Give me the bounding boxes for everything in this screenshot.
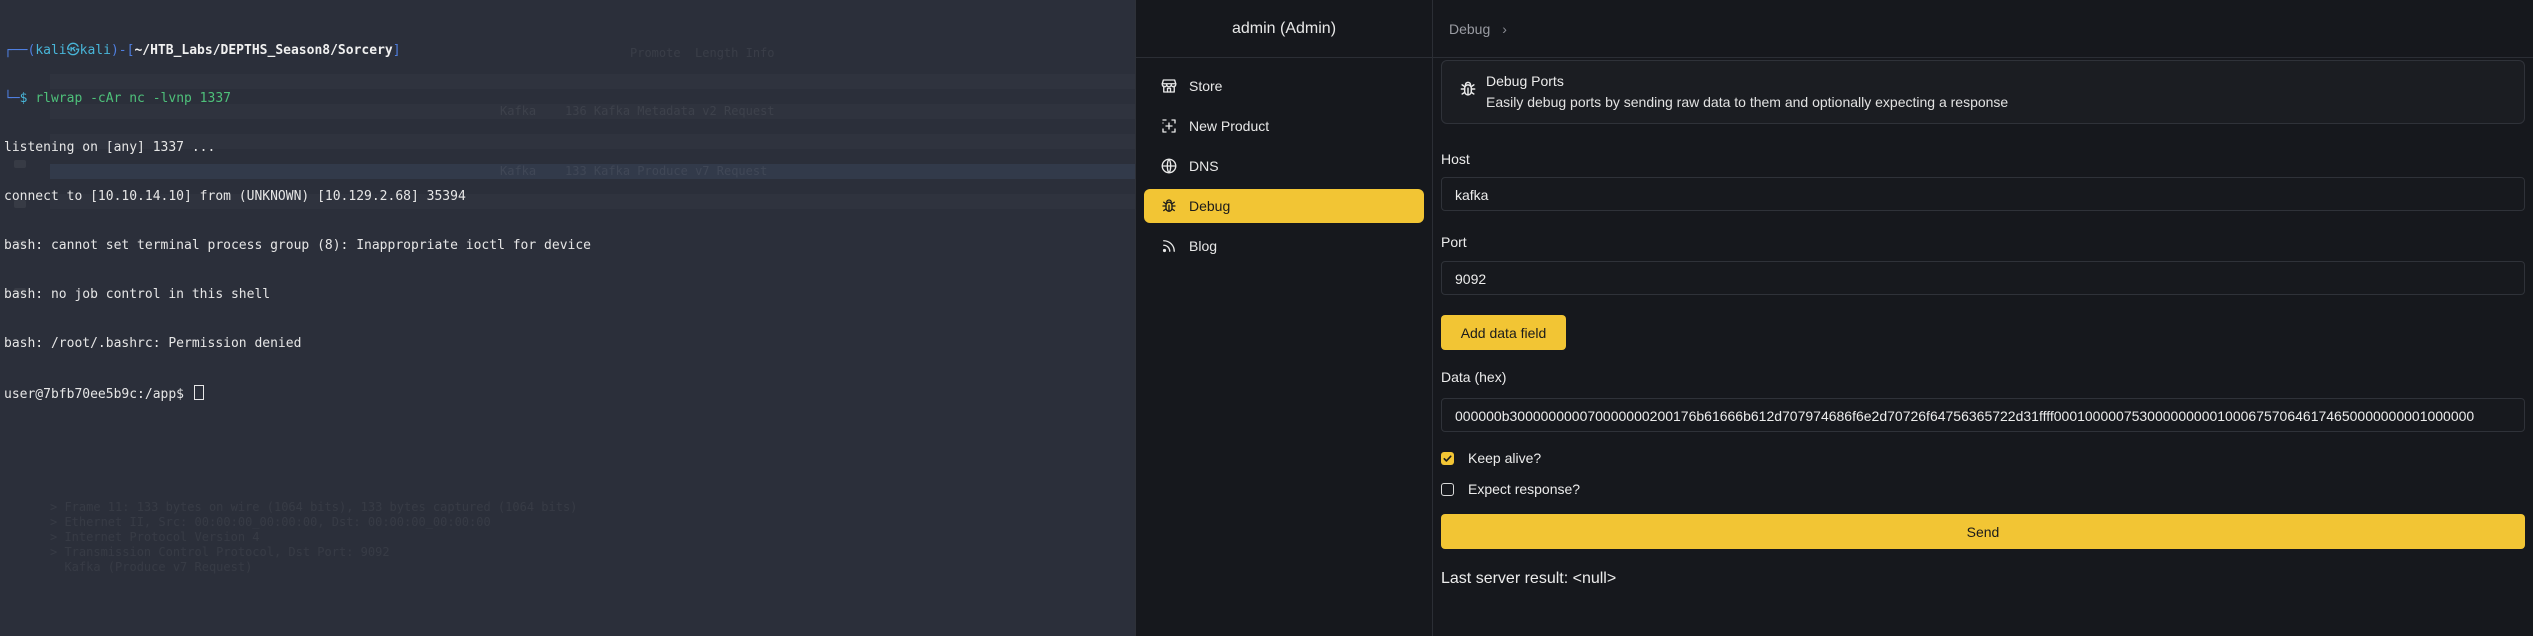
prompt-host: kali <box>79 42 111 58</box>
chevron-right-icon: › <box>1502 20 1507 37</box>
terminal-output-line: bash: cannot set terminal process group … <box>4 238 591 254</box>
port-input[interactable]: 9092 <box>1441 261 2525 295</box>
globe-icon <box>1160 157 1178 175</box>
last-server-result: Last server result: <null> <box>1441 570 1617 587</box>
prompt-user: kali <box>35 42 67 58</box>
sidebar-nav: Store New Product DNS Debug Blog <box>1136 58 1432 263</box>
bug-icon <box>1458 79 1478 99</box>
host-input[interactable]: kafka <box>1441 177 2525 211</box>
new-product-icon <box>1160 117 1178 135</box>
debug-form: Debug Ports Easily debug ports by sendin… <box>1441 60 2525 587</box>
terminal-cursor <box>193 384 204 400</box>
breadcrumb-item[interactable]: Debug <box>1449 21 1490 37</box>
expect-response-checkbox-row[interactable]: Expect response? <box>1441 481 1580 497</box>
rss-icon <box>1160 237 1178 255</box>
terminal-output-line: connect to [10.10.14.10] from (UNKNOWN) … <box>4 189 466 205</box>
user-label: admin (Admin) <box>1231 19 1337 37</box>
debug-app: admin (Admin) Store New Product DNS Debu… <box>1135 0 2533 636</box>
add-data-field-button[interactable]: Add data field <box>1441 315 1566 350</box>
sidebar-user-header: admin (Admin) <box>1136 0 1432 58</box>
terminal-output-line: bash: no job control in this shell <box>4 287 271 303</box>
card-subtitle: Easily debug ports by sending raw data t… <box>1486 94 2009 110</box>
terminal-command-line: └─$ rlwrap -cAr nc -lvnp 1337 <box>4 91 231 107</box>
sidebar-item-new-product[interactable]: New Product <box>1144 109 1424 143</box>
terminal-window[interactable]: Promote Length Info Kafka 136 Kafka Meta… <box>0 0 1135 636</box>
bug-icon <box>1160 197 1178 215</box>
terminal-output: ┌──(kali㉿kali)-[~/HTB_Labs/DEPTHS_Season… <box>4 10 591 434</box>
send-button[interactable]: Send <box>1441 514 2525 549</box>
sidebar-item-debug[interactable]: Debug <box>1144 189 1424 223</box>
sidebar-item-label: DNS <box>1189 158 1219 174</box>
terminal-output-line: listening on [any] 1337 ... <box>4 140 216 156</box>
sidebar-item-dns[interactable]: DNS <box>1144 149 1424 183</box>
keep-alive-label: Keep alive? <box>1468 450 1542 466</box>
card-title: Debug Ports <box>1486 73 1564 89</box>
keep-alive-checkbox-row[interactable]: Keep alive? <box>1441 450 1541 466</box>
store-icon <box>1160 77 1178 95</box>
sidebar-item-label: New Product <box>1189 118 1270 134</box>
sidebar-item-label: Store <box>1189 78 1223 94</box>
expect-response-label: Expect response? <box>1468 481 1581 497</box>
terminal-command: rlwrap -cAr nc -lvnp 1337 <box>35 91 231 107</box>
sidebar-item-label: Blog <box>1189 238 1218 254</box>
terminal-output-line: bash: /root/.bashrc: Permission denied <box>4 335 302 351</box>
data-hex-input[interactable]: 000000b300000000070000000200176b61666b61… <box>1441 398 2525 432</box>
terminal-background-detail: > Frame 11: 133 bytes on wire (1064 bits… <box>50 500 578 574</box>
main-panel: Debug › Debug Ports Easily debug ports b… <box>1433 0 2533 636</box>
sidebar-item-label: Debug <box>1189 198 1231 214</box>
sidebar-item-blog[interactable]: Blog <box>1144 229 1424 263</box>
breadcrumb: Debug › <box>1433 0 2533 58</box>
prompt-path: ~/HTB_Labs/DEPTHS_Season8/Sorcery <box>134 42 393 58</box>
port-label: Port <box>1441 234 1467 250</box>
expect-response-checkbox[interactable] <box>1441 482 1454 496</box>
sidebar: admin (Admin) Store New Product DNS Debu… <box>1136 0 1433 636</box>
terminal-shell-prompt-line[interactable]: user@7bfb70ee5b9c:/app$ <box>4 384 591 402</box>
sidebar-item-store[interactable]: Store <box>1144 69 1424 103</box>
terminal-prompt-line: ┌──(kali㉿kali)-[~/HTB_Labs/DEPTHS_Season… <box>4 42 401 58</box>
host-label: Host <box>1441 151 1470 167</box>
shell-prompt: user@7bfb70ee5b9c:/app$ <box>4 386 192 402</box>
data-hex-label: Data (hex) <box>1441 369 1507 385</box>
keep-alive-checkbox[interactable] <box>1441 451 1454 465</box>
debug-ports-card: Debug Ports Easily debug ports by sendin… <box>1441 60 2525 124</box>
